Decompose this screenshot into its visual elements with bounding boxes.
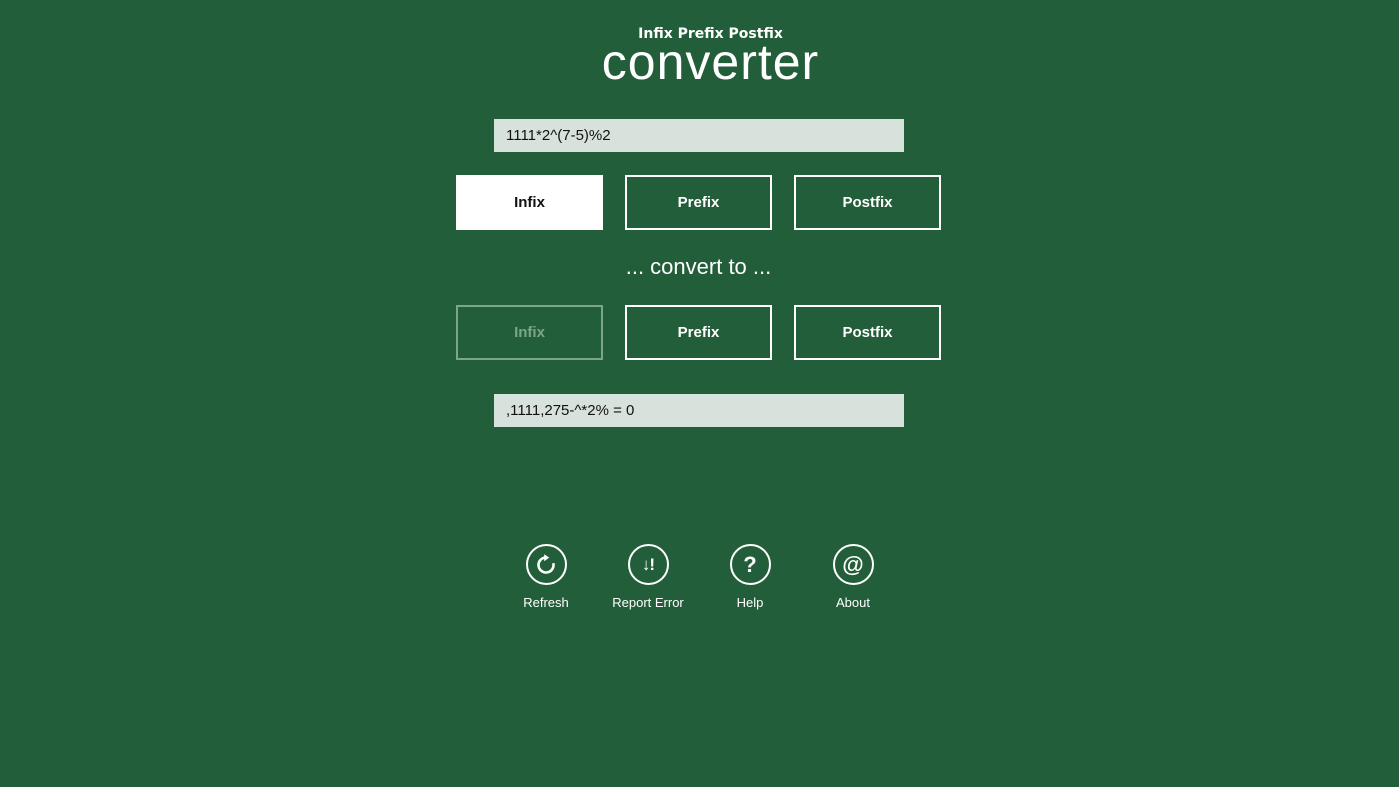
report-error-button[interactable]: ↓! Report Error [598, 544, 698, 610]
from-infix-button[interactable]: Infix [456, 175, 603, 230]
to-prefix-button[interactable]: Prefix [625, 305, 772, 360]
refresh-icon [525, 544, 567, 585]
to-infix-button: Infix [456, 305, 603, 360]
help-label: Help [736, 595, 764, 610]
at-icon: @ [832, 544, 874, 585]
result-output[interactable] [494, 394, 904, 427]
about-label: About [836, 595, 870, 610]
report-error-label: Report Error [612, 595, 684, 610]
help-button[interactable]: ? Help [700, 544, 800, 610]
app-title: converter [601, 34, 820, 90]
refresh-label: Refresh [523, 595, 569, 610]
help-icon: ? [729, 544, 771, 585]
about-button[interactable]: @ About [803, 544, 903, 610]
report-error-icon: ↓! [627, 544, 669, 585]
expression-input[interactable] [494, 119, 904, 152]
refresh-button[interactable]: Refresh [496, 544, 596, 610]
from-prefix-button[interactable]: Prefix [625, 175, 772, 230]
from-postfix-button[interactable]: Postfix [794, 175, 941, 230]
to-postfix-button[interactable]: Postfix [794, 305, 941, 360]
convert-to-label: ... convert to ... [625, 254, 772, 279]
